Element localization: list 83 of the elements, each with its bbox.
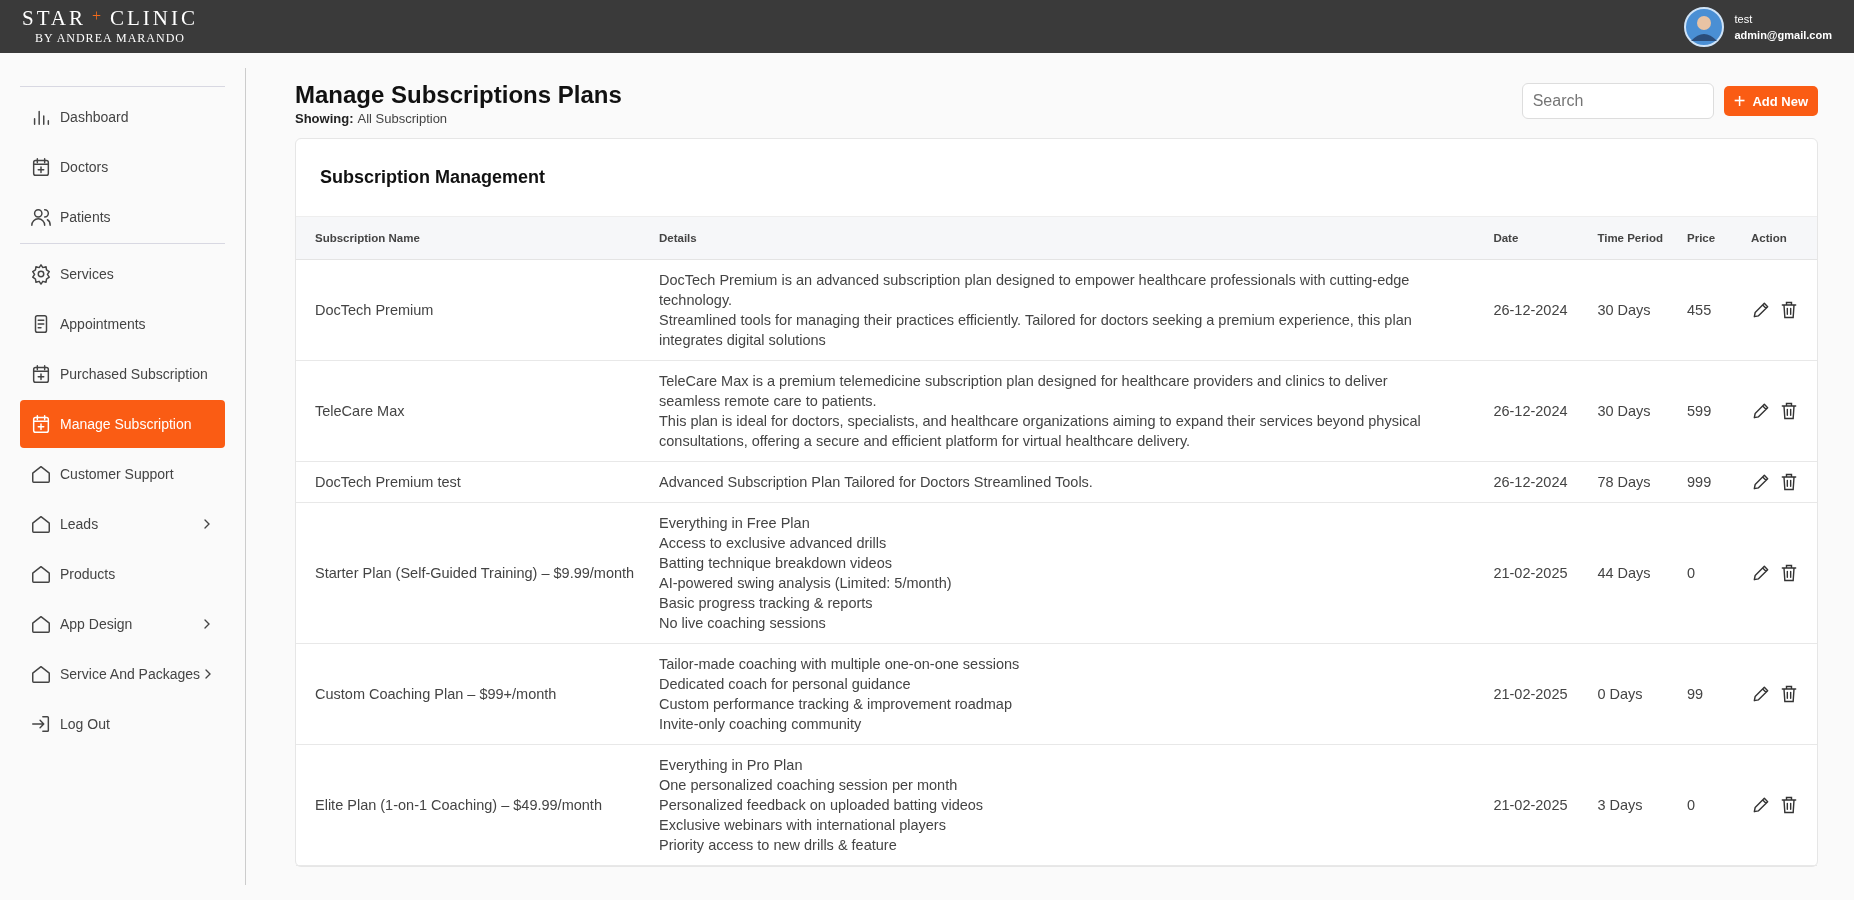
logo-text: STAR bbox=[22, 7, 86, 29]
edit-icon[interactable] bbox=[1751, 795, 1771, 815]
table-cell: Custom Coaching Plan – $99+/month bbox=[296, 643, 647, 745]
table-cell: 44 Days bbox=[1585, 502, 1675, 644]
filter-value: All Subscription bbox=[357, 111, 448, 126]
sidebar-item[interactable]: Customer Support bbox=[20, 450, 225, 498]
user-email: admin@gmail.com bbox=[1734, 27, 1832, 43]
trash-icon[interactable] bbox=[1779, 563, 1799, 583]
table-cell: 30 Days bbox=[1585, 360, 1675, 462]
table-cell: 26-12-2024 bbox=[1481, 360, 1586, 462]
table-cell: TeleCare Max is a premium telemedicine subscription plan designed for healthcare providers and clinics to deliver seamless remote care to patients. This plan is ideal for doctors, specialists, and healthcare organizations aiming to expand their services beyond physical consultations, offering a secure and efficient platform for virtual healthcare delivery. bbox=[647, 360, 1482, 462]
edit-icon[interactable] bbox=[1751, 684, 1771, 704]
sidebar-item[interactable]: Products bbox=[20, 550, 225, 598]
logo-plus: + bbox=[92, 7, 105, 26]
table-cell: Elite Plan (1-on-1 Coaching) – $49.99/month bbox=[296, 744, 647, 866]
sidebar-item[interactable]: Purchased Subscription bbox=[20, 350, 225, 398]
table-cell: 26-12-2024 bbox=[1481, 259, 1586, 361]
house-icon bbox=[30, 563, 52, 585]
edit-icon[interactable] bbox=[1751, 563, 1771, 583]
table-cell: 999 bbox=[1675, 461, 1739, 503]
table-cell: Everything in Free Plan Access to exclusive advanced drills Batting technique breakdown videos AI-powered swing analysis (Limited: 5/month) Basic progress tracking & reports No live coaching sessions bbox=[647, 502, 1482, 644]
search-field[interactable]: Search bbox=[1521, 83, 1714, 119]
users-icon bbox=[30, 206, 52, 228]
table-cell: 99 bbox=[1675, 643, 1739, 745]
calendar-plus-icon bbox=[30, 156, 52, 178]
table-cell: DocTech Premium bbox=[296, 259, 647, 361]
sidebar-item[interactable]: Appointments bbox=[20, 300, 225, 348]
house-icon bbox=[30, 513, 52, 535]
calendar-plus-icon bbox=[30, 363, 52, 385]
edit-icon[interactable] bbox=[1751, 401, 1771, 421]
avatar-icon[interactable] bbox=[1684, 6, 1725, 47]
column-header: Time Period bbox=[1585, 216, 1675, 260]
table-cell: 78 Days bbox=[1585, 461, 1675, 503]
table-cell: 0 bbox=[1675, 744, 1739, 866]
settings-icon bbox=[30, 263, 52, 285]
sidebar-item[interactable]: Services bbox=[20, 250, 225, 298]
table-cell: DocTech Premium is an advanced subscription plan designed to empower healthcare professionals with cutting-edge technology. Streamlined tools for managing their practices efficiently. Tailored for doctors seeking a premium experience, this plan integrates digital solutions bbox=[647, 259, 1482, 361]
table-cell: 30 Days bbox=[1585, 259, 1675, 361]
table-cell: 455 bbox=[1675, 259, 1739, 361]
logo-tagline: BY ANDREA MARANDO bbox=[35, 30, 185, 46]
table-cell: 0 Days bbox=[1585, 643, 1675, 745]
sidebar-item[interactable]: Dashboard bbox=[20, 93, 225, 141]
sidebar-item[interactable]: Doctors bbox=[20, 143, 225, 191]
trash-icon[interactable] bbox=[1779, 401, 1799, 421]
sidebar-item[interactable]: App Design bbox=[20, 600, 225, 648]
table-cell: 3 Days bbox=[1585, 744, 1675, 866]
logout-icon bbox=[30, 713, 52, 735]
calendar-plus-icon bbox=[30, 413, 52, 435]
card-title: Subscription Management bbox=[319, 166, 547, 189]
logo-text: CLINIC bbox=[110, 7, 199, 29]
column-header: Action bbox=[1739, 216, 1817, 260]
sidebar-item[interactable]: Leads bbox=[20, 500, 225, 548]
trash-icon[interactable] bbox=[1779, 684, 1799, 704]
column-header: Details bbox=[647, 216, 1482, 260]
table-cell: Starter Plan (Self-Guided Training) – $9.99/month bbox=[296, 502, 647, 644]
table-cell: Tailor-made coaching with multiple one-on-one sessions Dedicated coach for personal guidance Custom performance tracking & improvement roadmap Invite-only coaching community bbox=[647, 643, 1482, 745]
house-icon bbox=[30, 613, 52, 635]
sidebar-item[interactable]: Patients bbox=[20, 193, 225, 241]
table-cell: Everything in Pro Plan One personalized coaching session per month Personalized feedback on uploaded batting videos Exclusive webinars with international players Priority access to new drills & feature bbox=[647, 744, 1482, 866]
edit-icon[interactable] bbox=[1751, 300, 1771, 320]
trash-icon[interactable] bbox=[1779, 472, 1799, 492]
filter-label: Showing: bbox=[295, 111, 354, 126]
table-cell: TeleCare Max bbox=[296, 360, 647, 462]
edit-icon[interactable] bbox=[1751, 472, 1771, 492]
table-cell: 26-12-2024 bbox=[1481, 461, 1586, 503]
house-icon bbox=[30, 463, 52, 485]
sidebar-item[interactable]: Log Out bbox=[20, 700, 225, 748]
table-cell: DocTech Premium test bbox=[296, 461, 647, 503]
table-cell: 21-02-2025 bbox=[1481, 744, 1586, 866]
column-header: Date bbox=[1481, 216, 1586, 260]
table-cell: 21-02-2025 bbox=[1481, 643, 1586, 745]
user-name: test bbox=[1734, 11, 1754, 27]
house-icon bbox=[30, 663, 52, 685]
column-header: Price bbox=[1675, 216, 1739, 260]
sidebar-item[interactable]: Service And Packages bbox=[20, 650, 225, 698]
table-cell: 21-02-2025 bbox=[1481, 502, 1586, 644]
table-cell: 0 bbox=[1675, 502, 1739, 644]
trash-icon[interactable] bbox=[1779, 795, 1799, 815]
column-header: Subscription Name bbox=[296, 216, 647, 260]
table-cell: Advanced Subscription Plan Tailored for Doctors Streamlined Tools. bbox=[647, 461, 1482, 503]
table-cell: 599 bbox=[1675, 360, 1739, 462]
page-title: Manage Subscriptions Plans bbox=[295, 81, 622, 109]
trash-icon[interactable] bbox=[1779, 300, 1799, 320]
